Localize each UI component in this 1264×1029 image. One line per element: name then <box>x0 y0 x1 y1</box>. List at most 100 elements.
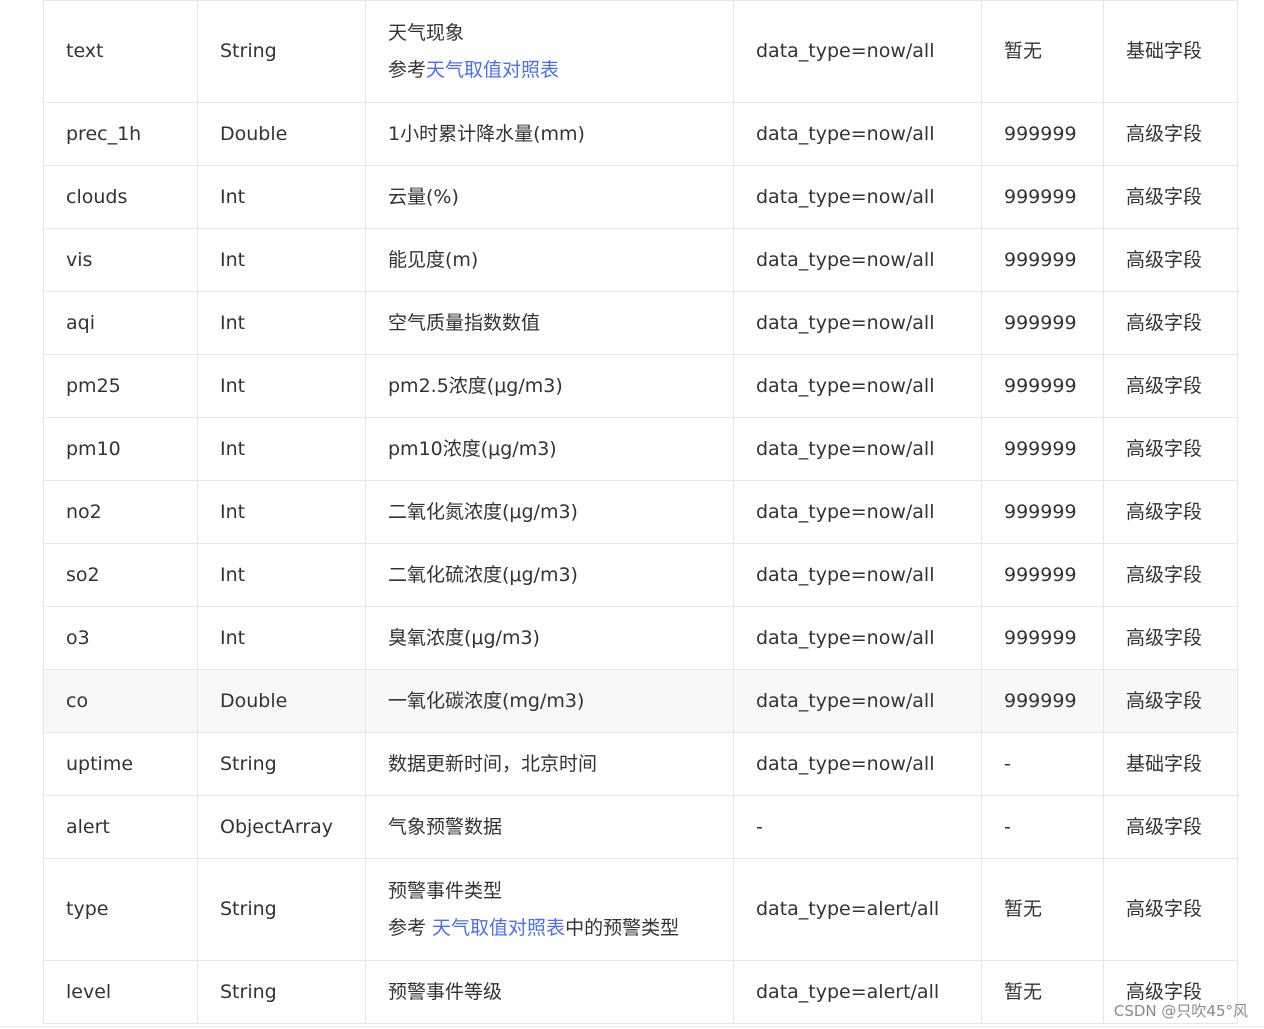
field-condition: - <box>733 795 982 859</box>
table-row: text String 天气现象 参考天气取值对照表 data_type=now… <box>43 0 1238 103</box>
field-desc: 气象预警数据 <box>365 795 734 859</box>
field-name: pm10 <box>43 417 198 481</box>
field-type: String <box>197 858 366 961</box>
field-name: alert <box>43 795 198 859</box>
field-level: 高级字段 <box>1103 480 1238 544</box>
weather-code-table-link[interactable]: 天气取值对照表 <box>426 59 559 81</box>
field-name: pm25 <box>43 354 198 418</box>
desc-line1: 预警事件类型 <box>388 879 503 902</box>
field-level: 高级字段 <box>1103 858 1238 961</box>
field-level: 高级字段 <box>1103 543 1238 607</box>
table-row: vis Int 能见度(m) data_type=now/all 999999 … <box>43 228 1238 292</box>
desc-prefix: 参考 <box>388 58 427 81</box>
field-table: text String 天气现象 参考天气取值对照表 data_type=now… <box>43 0 1238 1024</box>
field-type: Int <box>197 165 366 229</box>
field-type: Int <box>197 480 366 544</box>
field-level: 高级字段 <box>1103 102 1238 166</box>
field-desc: 数据更新时间，北京时间 <box>365 732 734 796</box>
field-type: Int <box>197 291 366 355</box>
field-condition: data_type=now/all <box>733 480 982 544</box>
field-condition: data_type=now/all <box>733 417 982 481</box>
field-default: - <box>981 795 1104 859</box>
field-desc: 预警事件类型 参考 天气取值对照表中的预警类型 <box>365 858 734 961</box>
desc-line2: 参考 天气取值对照表中的预警类型 <box>388 910 733 947</box>
table-row: o3 Int 臭氧浓度(μg/m3) data_type=now/all 999… <box>43 606 1238 670</box>
field-default: 999999 <box>981 606 1104 670</box>
table-row: level String 预警事件等级 data_type=alert/all … <box>43 960 1238 1024</box>
field-default: 999999 <box>981 165 1104 229</box>
field-desc: 二氧化氮浓度(μg/m3) <box>365 480 734 544</box>
table-row: pm10 Int pm10浓度(μg/m3) data_type=now/all… <box>43 417 1238 481</box>
field-name: so2 <box>43 543 198 607</box>
field-type: Int <box>197 543 366 607</box>
field-level: 高级字段 <box>1103 669 1238 733</box>
table-row: so2 Int 二氧化硫浓度(μg/m3) data_type=now/all … <box>43 543 1238 607</box>
field-level: 高级字段 <box>1103 606 1238 670</box>
field-name: prec_1h <box>43 102 198 166</box>
field-desc: 预警事件等级 <box>365 960 734 1024</box>
field-type: String <box>197 960 366 1024</box>
field-condition: data_type=now/all <box>733 732 982 796</box>
field-default: 999999 <box>981 480 1104 544</box>
field-level: 高级字段 <box>1103 165 1238 229</box>
field-default: 999999 <box>981 102 1104 166</box>
field-type: Double <box>197 102 366 166</box>
table-row: no2 Int 二氧化氮浓度(μg/m3) data_type=now/all … <box>43 480 1238 544</box>
desc-prefix: 参考 <box>388 916 433 939</box>
field-default: 暂无 <box>981 0 1104 103</box>
field-condition: data_type=now/all <box>733 102 982 166</box>
field-level: 高级字段 <box>1103 228 1238 292</box>
field-condition: data_type=now/all <box>733 543 982 607</box>
field-level: 高级字段 <box>1103 291 1238 355</box>
weather-code-table-link[interactable]: 天气取值对照表 <box>432 917 565 939</box>
field-desc: 1小时累计降水量(mm) <box>365 102 734 166</box>
field-desc: 天气现象 参考天气取值对照表 <box>365 0 734 103</box>
desc-suffix: 中的预警类型 <box>565 916 680 939</box>
field-type: Int <box>197 606 366 670</box>
field-condition: data_type=alert/all <box>733 858 982 961</box>
field-desc: 臭氧浓度(μg/m3) <box>365 606 734 670</box>
field-desc: pm2.5浓度(μg/m3) <box>365 354 734 418</box>
field-default: 999999 <box>981 417 1104 481</box>
field-name: o3 <box>43 606 198 670</box>
field-type: Double <box>197 669 366 733</box>
table-row: pm25 Int pm2.5浓度(μg/m3) data_type=now/al… <box>43 354 1238 418</box>
field-level: 高级字段 <box>1103 354 1238 418</box>
table-row: clouds Int 云量(%) data_type=now/all 99999… <box>43 165 1238 229</box>
field-condition: data_type=now/all <box>733 0 982 103</box>
table-row: prec_1h Double 1小时累计降水量(mm) data_type=no… <box>43 102 1238 166</box>
field-desc: pm10浓度(μg/m3) <box>365 417 734 481</box>
field-condition: data_type=now/all <box>733 291 982 355</box>
field-type: String <box>197 732 366 796</box>
field-name: no2 <box>43 480 198 544</box>
field-condition: data_type=alert/all <box>733 960 982 1024</box>
field-desc: 一氧化碳浓度(mg/m3) <box>365 669 734 733</box>
field-default: 暂无 <box>981 858 1104 961</box>
field-name: text <box>43 0 198 103</box>
field-default: 999999 <box>981 354 1104 418</box>
field-default: - <box>981 732 1104 796</box>
field-table-container: text String 天气现象 参考天气取值对照表 data_type=now… <box>43 0 1238 1024</box>
desc-line2: 参考天气取值对照表 <box>388 52 733 89</box>
field-name: clouds <box>43 165 198 229</box>
field-default: 999999 <box>981 543 1104 607</box>
table-row: uptime String 数据更新时间，北京时间 data_type=now/… <box>43 732 1238 796</box>
field-default: 999999 <box>981 228 1104 292</box>
field-name: level <box>43 960 198 1024</box>
field-type: Int <box>197 417 366 481</box>
field-desc: 二氧化硫浓度(μg/m3) <box>365 543 734 607</box>
field-condition: data_type=now/all <box>733 228 982 292</box>
field-desc: 云量(%) <box>365 165 734 229</box>
field-level: 高级字段 <box>1103 417 1238 481</box>
field-name: co <box>43 669 198 733</box>
csdn-watermark: CSDN @只吹45°风 <box>1113 1002 1248 1020</box>
field-desc: 能见度(m) <box>365 228 734 292</box>
field-name: uptime <box>43 732 198 796</box>
field-default: 999999 <box>981 291 1104 355</box>
field-type: String <box>197 0 366 103</box>
field-condition: data_type=now/all <box>733 669 982 733</box>
field-level: 基础字段 <box>1103 732 1238 796</box>
table-row: aqi Int 空气质量指数数值 data_type=now/all 99999… <box>43 291 1238 355</box>
field-condition: data_type=now/all <box>733 606 982 670</box>
field-default: 暂无 <box>981 960 1104 1024</box>
